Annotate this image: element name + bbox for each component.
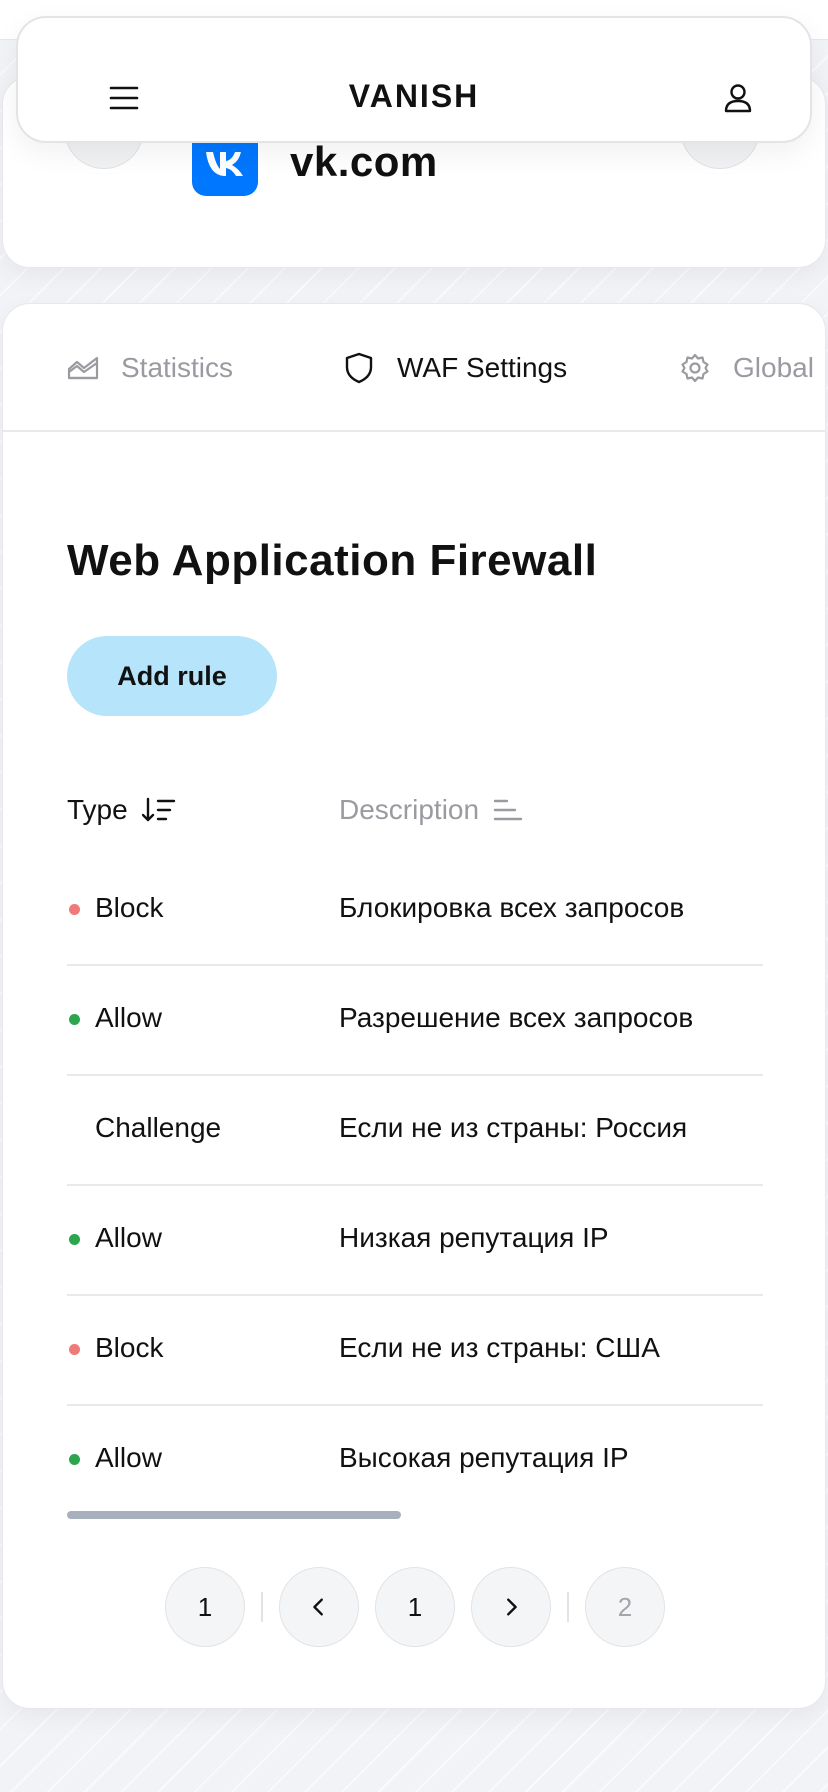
status-dot bbox=[69, 904, 80, 915]
rule-type: Challenge bbox=[95, 1112, 222, 1143]
table-row[interactable]: Allow Высокая репутация IP bbox=[67, 1406, 763, 1516]
tab-label: WAF Settings bbox=[397, 352, 568, 383]
brand-logo[interactable]: VANISH bbox=[18, 78, 810, 115]
rule-description: Блокировка всех запросов bbox=[339, 892, 685, 923]
header-bar: VANISH bbox=[16, 16, 812, 143]
status-dot bbox=[69, 1234, 80, 1245]
table-row[interactable]: Allow Низкая репутация IP bbox=[67, 1186, 763, 1296]
rule-type: Block bbox=[95, 1332, 164, 1363]
chevron-left-icon bbox=[313, 1598, 323, 1616]
column-label: Description bbox=[339, 794, 480, 825]
status-dot bbox=[69, 1454, 80, 1465]
user-icon bbox=[724, 84, 752, 113]
tab-statistics[interactable]: Statistics bbox=[67, 348, 233, 388]
horizontal-scrollbar[interactable] bbox=[67, 1511, 401, 1519]
rule-description: Если не из страны: США bbox=[339, 1332, 660, 1363]
status-dot bbox=[69, 1014, 80, 1025]
tab-waf-settings[interactable]: WAF Settings bbox=[343, 348, 567, 388]
rule-type: Allow bbox=[95, 1222, 162, 1253]
main-card: Statistics WAF Settings Global Web Appli… bbox=[2, 303, 826, 1709]
page-prev-button[interactable] bbox=[279, 1567, 359, 1647]
table-row[interactable]: Allow Разрешение всех запросов bbox=[67, 966, 763, 1076]
table-row[interactable]: Challenge Если не из страны: Россия bbox=[67, 1076, 763, 1186]
page-title: Web Application Firewall bbox=[67, 536, 598, 585]
shield-icon bbox=[343, 352, 375, 384]
chart-area-icon bbox=[67, 352, 99, 384]
page-next-button[interactable] bbox=[471, 1567, 551, 1647]
column-header-description[interactable]: Description bbox=[339, 790, 523, 830]
domain-title: vk.com bbox=[290, 138, 438, 185]
pager-divider bbox=[567, 1592, 569, 1622]
user-button[interactable] bbox=[708, 68, 768, 128]
sort-lines-icon bbox=[493, 797, 523, 823]
page-current-button[interactable]: 1 bbox=[375, 1567, 455, 1647]
sort-descending-icon bbox=[141, 797, 176, 823]
tab-bar: Statistics WAF Settings Global bbox=[3, 304, 825, 432]
rule-description: Высокая репутация IP bbox=[339, 1442, 629, 1473]
table-row[interactable]: Block Если не из страны: США bbox=[67, 1296, 763, 1406]
rule-description: Разрешение всех запросов bbox=[339, 1002, 694, 1033]
add-rule-button[interactable]: Add rule bbox=[67, 636, 277, 716]
chevron-right-icon bbox=[507, 1598, 517, 1616]
status-dot bbox=[69, 1344, 80, 1355]
column-header-type[interactable]: Type bbox=[67, 790, 176, 830]
page-last-button[interactable]: 2 bbox=[585, 1567, 665, 1647]
tab-label: Global bbox=[733, 352, 814, 383]
vk-icon bbox=[206, 152, 243, 176]
rule-type: Allow bbox=[95, 1442, 162, 1473]
gear-icon bbox=[679, 352, 711, 384]
table-row[interactable]: Block Блокировка всех запросов bbox=[67, 856, 763, 966]
column-label: Type bbox=[67, 794, 128, 825]
tab-label: Statistics bbox=[121, 352, 234, 383]
rule-description: Низкая репутация IP bbox=[339, 1222, 609, 1253]
pager-divider bbox=[261, 1592, 263, 1622]
tab-global[interactable]: Global bbox=[679, 348, 814, 388]
rule-type: Allow bbox=[95, 1002, 162, 1033]
rule-type: Block bbox=[95, 892, 164, 923]
page-first-button[interactable]: 1 bbox=[165, 1567, 245, 1647]
rule-description: Если не из страны: Россия bbox=[339, 1112, 688, 1143]
